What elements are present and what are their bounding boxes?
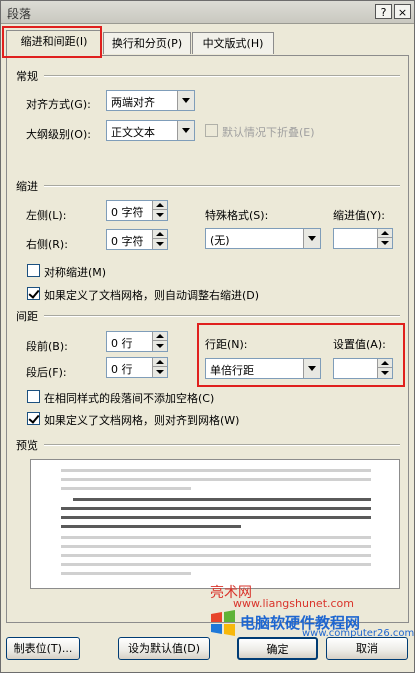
preview-current-line: [61, 525, 241, 528]
chevron-down-icon[interactable]: [303, 229, 320, 248]
spin-up-icon[interactable]: [377, 229, 392, 238]
chevron-down-icon[interactable]: [177, 121, 194, 140]
spin-up-icon[interactable]: [152, 230, 167, 239]
spin-down-icon[interactable]: [152, 367, 167, 377]
outline-level-label: 大纲级别(O):: [26, 128, 91, 141]
preview-next-line: [61, 545, 371, 548]
dialog-title: 段落: [7, 7, 32, 21]
preview-current-line: [61, 507, 371, 510]
left-indent-label: 左侧(L):: [26, 209, 67, 222]
preview-next-line: [61, 554, 371, 557]
space-after-label: 段后(F):: [26, 366, 67, 379]
special-indent-value: (无): [210, 234, 230, 247]
spacing-header: 间距: [16, 310, 38, 323]
space-before-label: 段前(B):: [26, 340, 68, 353]
preview-prev-line: [61, 469, 371, 472]
preview-current-line: [61, 516, 371, 519]
alignment-select[interactable]: 两端对齐: [106, 90, 195, 111]
right-indent-spinner[interactable]: 0 字符: [106, 229, 168, 250]
line-spacing-highlight-box: [197, 323, 405, 387]
tabs-button[interactable]: 制表位(T)...: [6, 637, 80, 660]
indent-divider: [44, 185, 400, 187]
indent-by-label: 缩进值(Y):: [333, 209, 386, 222]
spin-down-icon[interactable]: [377, 238, 392, 248]
spacing-divider: [44, 315, 400, 317]
special-indent-label: 特殊格式(S):: [205, 209, 269, 222]
space-after-value: 0 行: [111, 363, 133, 376]
spin-up-icon[interactable]: [152, 332, 167, 341]
indent-by-spinner[interactable]: [333, 228, 393, 249]
spin-up-icon[interactable]: [152, 358, 167, 367]
no-space-same-style-checkbox[interactable]: [27, 390, 40, 403]
paragraph-preview: [30, 459, 400, 589]
snap-to-grid-label: 如果定义了文档网格，则对齐到网格(W): [44, 414, 240, 427]
space-before-spinner[interactable]: 0 行: [106, 331, 168, 352]
set-default-button[interactable]: 设为默认值(D): [118, 637, 210, 660]
collapse-label: 默认情况下折叠(E): [222, 126, 315, 139]
preview-current-line: [73, 498, 371, 501]
preview-prev-line: [61, 487, 191, 490]
general-divider: [44, 75, 400, 77]
mirror-indent-label: 对称缩进(M): [44, 266, 107, 279]
tab-highlight-box: [2, 26, 102, 58]
snap-to-grid-checkbox[interactable]: [27, 412, 40, 425]
general-header: 常规: [16, 70, 38, 83]
right-indent-label: 右侧(R):: [26, 238, 68, 251]
alignment-value: 两端对齐: [111, 96, 155, 109]
indent-header: 缩进: [16, 180, 38, 193]
title-bar: 段落 ? ×: [1, 1, 414, 24]
spin-down-icon[interactable]: [152, 239, 167, 249]
right-indent-value: 0 字符: [111, 235, 144, 248]
outline-level-select[interactable]: 正文文本: [106, 120, 195, 141]
chevron-down-icon[interactable]: [177, 91, 194, 110]
no-space-same-style-label: 在相同样式的段落间不添加空格(C): [44, 392, 215, 405]
space-after-spinner[interactable]: 0 行: [106, 357, 168, 378]
spin-down-icon[interactable]: [152, 341, 167, 351]
auto-adjust-indent-label: 如果定义了文档网格，则自动调整右缩进(D): [44, 289, 260, 302]
watermark-site-url: www.liangshunet.com: [233, 597, 354, 610]
preview-divider: [44, 444, 400, 446]
auto-adjust-indent-checkbox[interactable]: [27, 287, 40, 300]
collapse-checkbox: [205, 124, 218, 137]
close-button[interactable]: ×: [394, 4, 411, 19]
preview-prev-line: [61, 478, 371, 481]
preview-next-line: [61, 563, 371, 566]
cancel-button[interactable]: 取消: [326, 637, 408, 660]
preview-header: 预览: [16, 439, 38, 452]
preview-next-line: [61, 536, 371, 539]
preview-next-line: [61, 572, 191, 575]
help-button[interactable]: ?: [375, 4, 392, 19]
outline-level-value: 正文文本: [111, 126, 155, 139]
tab-line-page-breaks[interactable]: 换行和分页(P): [103, 32, 191, 54]
space-before-value: 0 行: [111, 337, 133, 350]
spin-up-icon[interactable]: [152, 201, 167, 210]
ok-button[interactable]: 确定: [237, 637, 318, 660]
mirror-indent-checkbox[interactable]: [27, 264, 40, 277]
spin-down-icon[interactable]: [152, 210, 167, 220]
special-indent-select[interactable]: (无): [205, 228, 321, 249]
alignment-label: 对齐方式(G):: [26, 98, 91, 111]
left-indent-spinner[interactable]: 0 字符: [106, 200, 168, 221]
windows-logo-icon: [211, 610, 235, 636]
tab-asian-typography[interactable]: 中文版式(H): [192, 32, 274, 54]
left-indent-value: 0 字符: [111, 206, 144, 219]
